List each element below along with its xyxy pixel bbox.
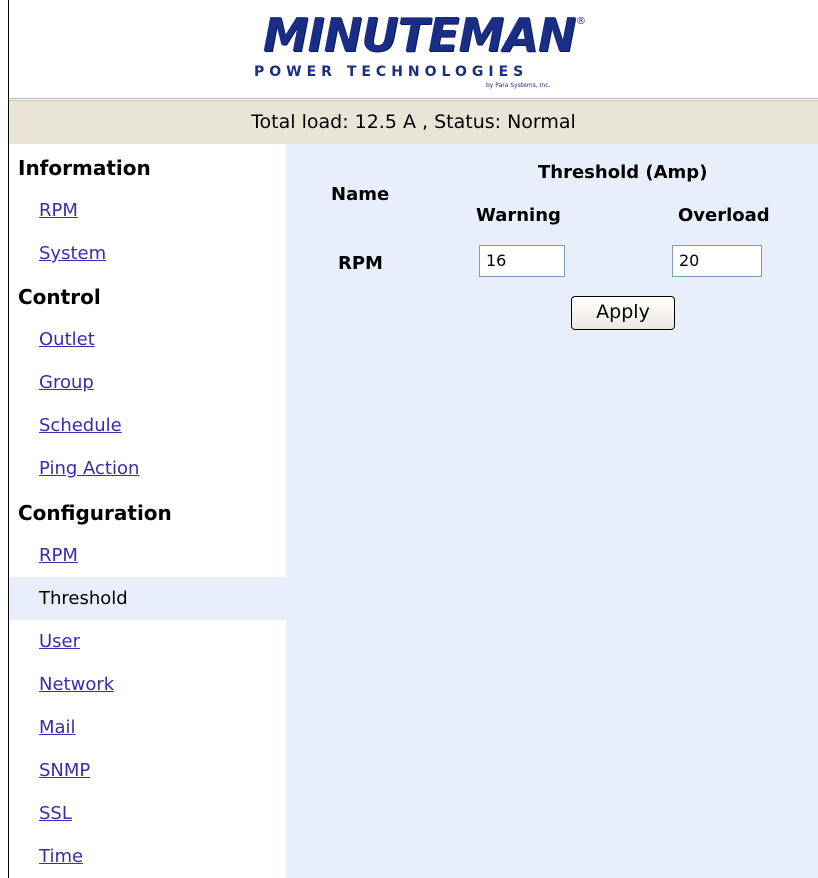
section-control: Control	[18, 285, 101, 309]
sidebar-item-time[interactable]: Time	[39, 846, 83, 867]
overload-threshold-input[interactable]: 20	[672, 245, 762, 277]
sidebar-item-user[interactable]: User	[39, 631, 80, 652]
sidebar-item-configuration-rpm[interactable]: RPM	[39, 545, 78, 566]
sidebar-item-snmp[interactable]: SNMP	[39, 760, 90, 781]
sidebar-item-network[interactable]: Network	[39, 674, 114, 695]
brand-logo: MINUTEMAN ® POWER TECHNOLOGIES by Para S…	[254, 10, 586, 94]
logo-text: MINUTEMAN	[262, 8, 576, 62]
column-header-warning: Warning	[476, 205, 561, 226]
sidebar-item-ping-action[interactable]: Ping Action	[39, 458, 139, 479]
sidebar-item-system[interactable]: System	[39, 243, 106, 264]
sidebar-nav: Information RPM System Control Outlet Gr…	[9, 144, 286, 878]
warning-threshold-input[interactable]: 16	[479, 245, 565, 277]
apply-button[interactable]: Apply	[571, 296, 675, 330]
registered-mark: ®	[576, 16, 586, 27]
column-header-overload: Overload	[678, 205, 770, 226]
column-header-name: Name	[331, 184, 390, 205]
logo-tagline: by Para Systems, Inc.	[486, 82, 551, 89]
row-name-rpm: RPM	[338, 253, 383, 274]
sidebar-item-information-rpm[interactable]: RPM	[39, 200, 78, 221]
sidebar-item-ssl[interactable]: SSL	[39, 803, 72, 824]
sidebar-item-outlet[interactable]: Outlet	[39, 329, 95, 350]
sidebar-item-schedule[interactable]: Schedule	[39, 415, 122, 436]
section-information: Information	[18, 156, 151, 180]
logo-subtitle: POWER TECHNOLOGIES	[254, 64, 529, 80]
status-bar: Total load: 12.5 A , Status: Normal	[9, 100, 818, 144]
column-header-threshold-group: Threshold (Amp)	[538, 162, 708, 183]
header-divider	[9, 98, 818, 99]
section-configuration: Configuration	[18, 501, 172, 525]
sidebar-item-threshold[interactable]: Threshold	[39, 588, 128, 609]
sidebar-item-group[interactable]: Group	[39, 372, 94, 393]
sidebar-item-mail[interactable]: Mail	[39, 717, 76, 738]
